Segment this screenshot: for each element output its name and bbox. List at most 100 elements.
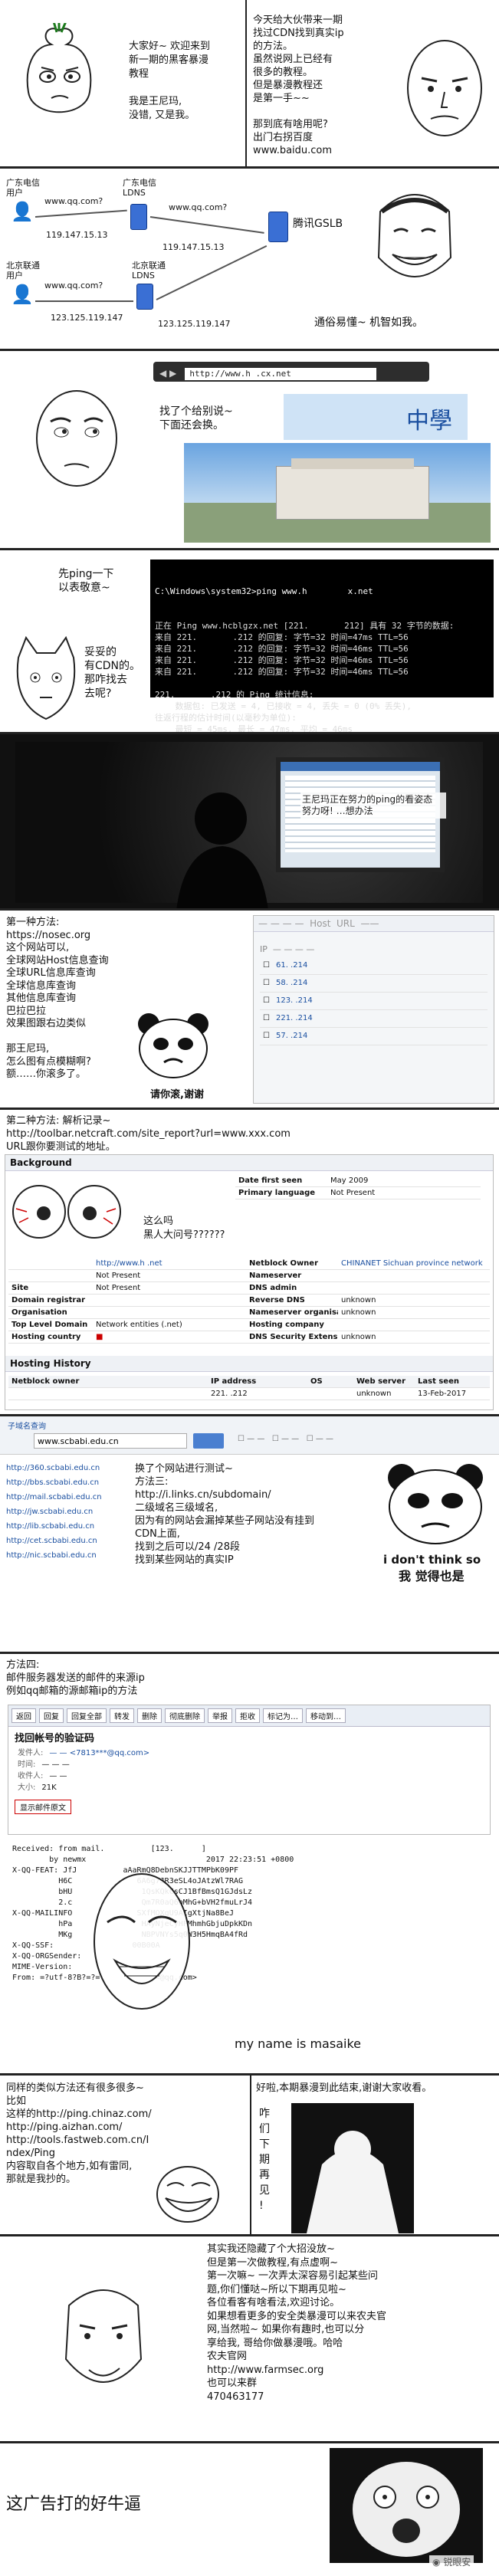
tld-label: Top Level Domain [11,1321,88,1329]
nosec-result-row[interactable]: ☐ 123. .214 [260,993,488,1010]
ping-console: C:\Windows\system32>ping www.h x.net 正在 … [150,560,494,732]
hosting-history-table: Netblock owner IP address OS Web server Last… [8,1376,490,1400]
nosec-result-row[interactable]: ☐ 58. .214 [260,975,488,993]
ping-output-line: 来自 221. .212 的回复: 字节=32 时间=47ms TTL=56 [155,632,409,642]
thinking-face [23,377,130,492]
mail-time-label: 时间: [18,1761,36,1769]
mail-raw-line: MKg NBPVNYs5q0W3H5HmqBA4fRd [58,1931,248,1939]
query-label-2: www.qq.com? [169,202,228,212]
ping-output-line: 来自 221. .212 的回复: 字节=32 时间=46ms TTL=56 [155,667,409,677]
nosec-result-row[interactable]: ☐ 57. .214 [260,1028,488,1045]
subdomain-link[interactable]: http://lib.scbabi.edu.cn [6,1521,136,1532]
panel-ad-comment: 这广告打的好牛逼 ◉ 锐眼安 [0,2443,499,2576]
mail-toolbar: 返回 回复 回复全部 转发 删除 彻底删除 举报 拒收 标记为… 移动到… [8,1705,490,1727]
history-title: Hosting History [10,1358,91,1369]
mail-raw-line: MIME-Version: [12,1963,73,1971]
mail-toolbar-button[interactable]: 彻底删除 [165,1708,205,1723]
panda-meme-2 [382,1461,489,1545]
dont-think-so: i don't think so [383,1553,481,1567]
mail-toolbar-button[interactable]: 拒收 [235,1708,260,1723]
subdomain-link[interactable]: http://360.scbabi.edu.cn [6,1462,136,1474]
subdomain-search-bar: 子域名查询 ☐ — — ☐ — — ☐ — — [0,1416,499,1455]
netcraft-background-header: Background [5,1155,493,1171]
panel-method-2: 第二种方法: 解析记录~ http://toolbar.netcraft.com… [0,1110,499,1416]
ping-output-line: 来自 221. .212 的回复: 字节=32 时间=46ms TTL=56 [155,655,409,665]
nosec-result-row[interactable]: ☐ 221. .214 [260,1010,488,1028]
ping-output-line: 往返行程的估计时间(以毫秒为单位): [155,713,297,723]
mail-toolbar-button[interactable]: 转发 [110,1708,134,1723]
qq-mail-window: 返回 回复 回复全部 转发 删除 彻底删除 举报 拒收 标记为… 移动到… 找回帐号的验证码 发件… [8,1705,491,1835]
ns-org-label: Nameserver organisation [249,1308,338,1317]
nosec-result-row[interactable]: ☐ 61. .214 [260,957,488,975]
ip-label-3: 123.125.119.147 [51,313,123,323]
ns-org-value: unknown [341,1308,376,1317]
dnssec-value: unknown [341,1333,376,1341]
mail-toolbar-button[interactable]: 移动到… [306,1708,346,1723]
subdomain-link[interactable]: http://mail.scbabi.edu.cn [6,1491,136,1503]
bloodshot-eyes [8,1178,123,1247]
gd-ldns-label: 广东电信 LDNS [123,178,156,198]
method4-text: 方法四: 邮件服务器发送的邮件的来源ip 例如qq邮箱的源邮箱ip的方法 [6,1659,145,1697]
ping-output-line: 正在 Ping www.hcblgzx.net [221. 212] 具有 32… [155,621,455,631]
date-value: May 2009 [330,1176,369,1185]
panda-caption: 请你滚,谢谢 [150,1089,204,1101]
masaike-caption: my name is masaike [235,2036,361,2051]
history-header-cell: Last seen [418,1377,459,1386]
yao-ming-face [365,181,465,296]
subdomain-search-input[interactable] [34,1433,187,1449]
hosting-label: Hosting company [249,1321,324,1329]
netcraft-report: Background Date first seen May 2009 Prima… [5,1154,494,1410]
dnssec-label: DNS Security Extensions [249,1333,338,1341]
rev-dns-value: unknown [341,1296,376,1304]
browser-url[interactable]: http://www.h .cx.net [185,368,377,380]
meme-face-3 [46,2275,161,2405]
history-header-cell: OS [310,1377,323,1386]
mail-toolbar-button[interactable]: 举报 [208,1708,232,1723]
nosec-results: — — — — Host URL —— IP — — — — ☐ 61. .214… [253,915,494,1104]
gd-user-icon: 👤 [11,201,34,222]
ping-output-line: 221. .212 的 Ping 统计信息: [155,690,314,700]
ping-bubble-top: 先ping一下 以表敬意~ [58,568,114,594]
browser-back-icon[interactable]: ◀ ▶ [159,368,176,379]
subdomain-search-button[interactable] [193,1433,224,1449]
dark-bubble: 王尼玛正在努力的ping的看姿态 努力呀! …想办法 [300,792,446,819]
mail-raw-line: hPa HAyNjeCyHFMhmhGbjuDpkKDn [58,1920,253,1928]
gd-user-label: 广东电信 用户 [6,178,40,198]
panel-dark-computer: 王尼玛正在努力的ping的看姿态 努力呀! …想办法 [0,734,499,911]
subdomain-link[interactable]: http://cet.scbabi.edu.cn [6,1535,136,1547]
gslb-label: 腾讯GSLB [293,218,343,230]
panel-method-1: 第一种方法: https://nosec.org 这个网站可以, 全球网站Hos… [0,911,499,1110]
owner-value[interactable]: CHINANET Sichuan province network [338,1258,486,1269]
site-link[interactable]: http://www.h .net [93,1258,166,1269]
mail-toolbar-button[interactable]: 回复 [39,1708,64,1723]
mail-raw-line: X-QQ-MAILINFO SXfMQXgU9AIgXtjNa8BeJ [12,1909,234,1918]
watermark: ◉ 锐眼安 [429,2555,474,2568]
wang-nima-face [399,31,491,146]
mail-toolbar-button[interactable]: 删除 [137,1708,162,1723]
mail-raw-line: X-QQ-SSF: 00B00A [12,1941,160,1950]
panel-gslb-diagram: 广东电信 用户 👤 广东电信 LDNS www.qq.com? 119.147.… [0,169,499,351]
subdomain-link[interactable]: http://nic.scbabi.edu.cn [6,1550,136,1561]
show-original-button[interactable]: 显示邮件原文 [15,1800,71,1814]
netcraft-top-table: Date first seen May 2009 Primary language… [235,1175,481,1199]
history-cell [8,1388,208,1400]
gslb-server [268,212,288,242]
date-label: Date first seen [238,1176,303,1185]
panel-method-4: 方法四: 邮件服务器发送的邮件的来源ip 例如qq邮箱的源邮箱ip的方法 返回回… [0,1654,499,2076]
history-cell: 221. .212 [211,1390,248,1398]
arrow-gd-user-ldns [34,209,127,218]
subdomain-link[interactable]: http://bbs.scbabi.edu.cn [6,1477,136,1488]
panel-method-3: 子域名查询 ☐ — — ☐ — — ☐ — — http://360.scbab… [0,1416,499,1654]
bowing-silhouette [291,2103,414,2233]
query-label-3: www.qq.com? [44,281,103,290]
country-label: Hosting country [11,1333,81,1341]
panel-divider [245,0,247,166]
subdomain-link[interactable]: http://jw.scbabi.edu.cn [6,1506,136,1518]
mail-toolbar-button[interactable]: 标记为… [263,1708,303,1723]
panel-ping: 先ping一下 以表敬意~ 妥妥的 有CDN的。 那咋找去 去呢? C:\Win… [0,550,499,734]
mail-toolbar-button[interactable]: 返回 [11,1708,36,1723]
mail-toolbar-button[interactable]: 回复全部 [67,1708,107,1723]
ping-bubble-bottom: 妥妥的 有CDN的。 那咋找去 去呢? [84,646,141,700]
ping-console-output: 正在 Ping www.hcblgzx.net [221. 212] 具有 32… [155,620,489,732]
mail-raw-line: X-QQ-FEAT: JfJ aAaRmQ8DebnSKJJTTMPbK09PF [12,1866,239,1875]
